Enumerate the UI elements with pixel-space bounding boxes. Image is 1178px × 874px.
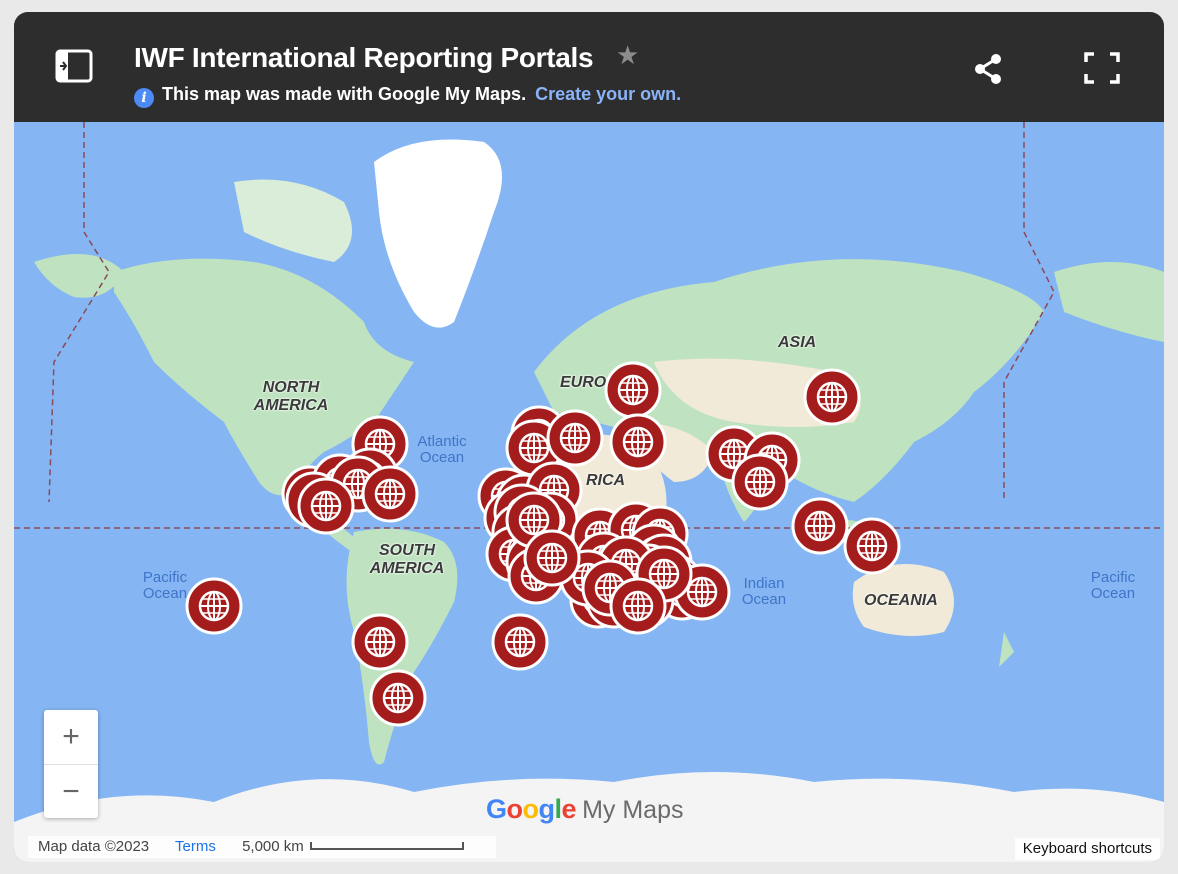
map-title: IWF International Reporting Portals (134, 42, 594, 73)
map-embed: IWF International Reporting Portals ★ iT… (14, 12, 1164, 862)
map-header: IWF International Reporting Portals ★ iT… (14, 12, 1164, 122)
globe-marker-icon[interactable] (297, 477, 355, 535)
google-my-maps-logo: Google My Maps (486, 794, 683, 825)
subtitle-text: This map was made with Google My Maps. (162, 84, 527, 104)
globe-marker-icon[interactable] (351, 613, 409, 671)
globe-marker-icon[interactable] (361, 465, 419, 523)
my-maps-text: My Maps (582, 796, 684, 824)
keyboard-shortcuts-button[interactable]: Keyboard shortcuts (1014, 838, 1160, 860)
globe-marker-icon[interactable] (609, 577, 667, 635)
globe-marker-icon[interactable] (523, 529, 581, 587)
map-data-text: Map data ©2023 (38, 838, 150, 855)
markers-layer (14, 122, 1164, 862)
globe-marker-icon[interactable] (843, 517, 901, 575)
globe-marker-icon[interactable] (609, 413, 667, 471)
share-button[interactable] (972, 52, 1006, 86)
globe-marker-icon[interactable] (491, 613, 549, 671)
zoom-control: + − (44, 710, 98, 818)
create-your-own-link[interactable]: Create your own. (535, 84, 681, 104)
scale-text: 5,000 km (242, 838, 304, 855)
fullscreen-icon (1084, 52, 1120, 84)
scale-bar[interactable] (309, 842, 464, 850)
globe-marker-icon[interactable] (604, 361, 662, 419)
info-icon: i (134, 88, 154, 108)
map-subtitle: i This map was made with Google My Maps. … (134, 84, 681, 108)
share-icon (975, 54, 1001, 84)
globe-marker-icon[interactable] (185, 577, 243, 635)
terms-link[interactable]: Terms (175, 838, 216, 855)
map-footer: Map data ©2023 Terms 5,000 km (28, 836, 496, 858)
zoom-in-button[interactable]: + (44, 710, 98, 764)
globe-marker-icon[interactable] (731, 453, 789, 511)
zoom-out-button[interactable]: − (44, 764, 98, 819)
globe-marker-icon[interactable] (803, 368, 861, 426)
globe-marker-icon[interactable] (546, 409, 604, 467)
globe-marker-icon[interactable] (791, 497, 849, 555)
world-map[interactable]: NORTH AMERICA SOUTH AMERICA EURO RICA AS… (14, 122, 1164, 862)
fullscreen-button[interactable] (1084, 52, 1120, 84)
sidebar-toggle-button[interactable] (54, 48, 94, 86)
star-icon[interactable]: ★ (616, 40, 639, 71)
globe-marker-icon[interactable] (369, 669, 427, 727)
sidebar-toggle-icon (55, 49, 93, 83)
google-logo-text: Google (486, 794, 577, 824)
